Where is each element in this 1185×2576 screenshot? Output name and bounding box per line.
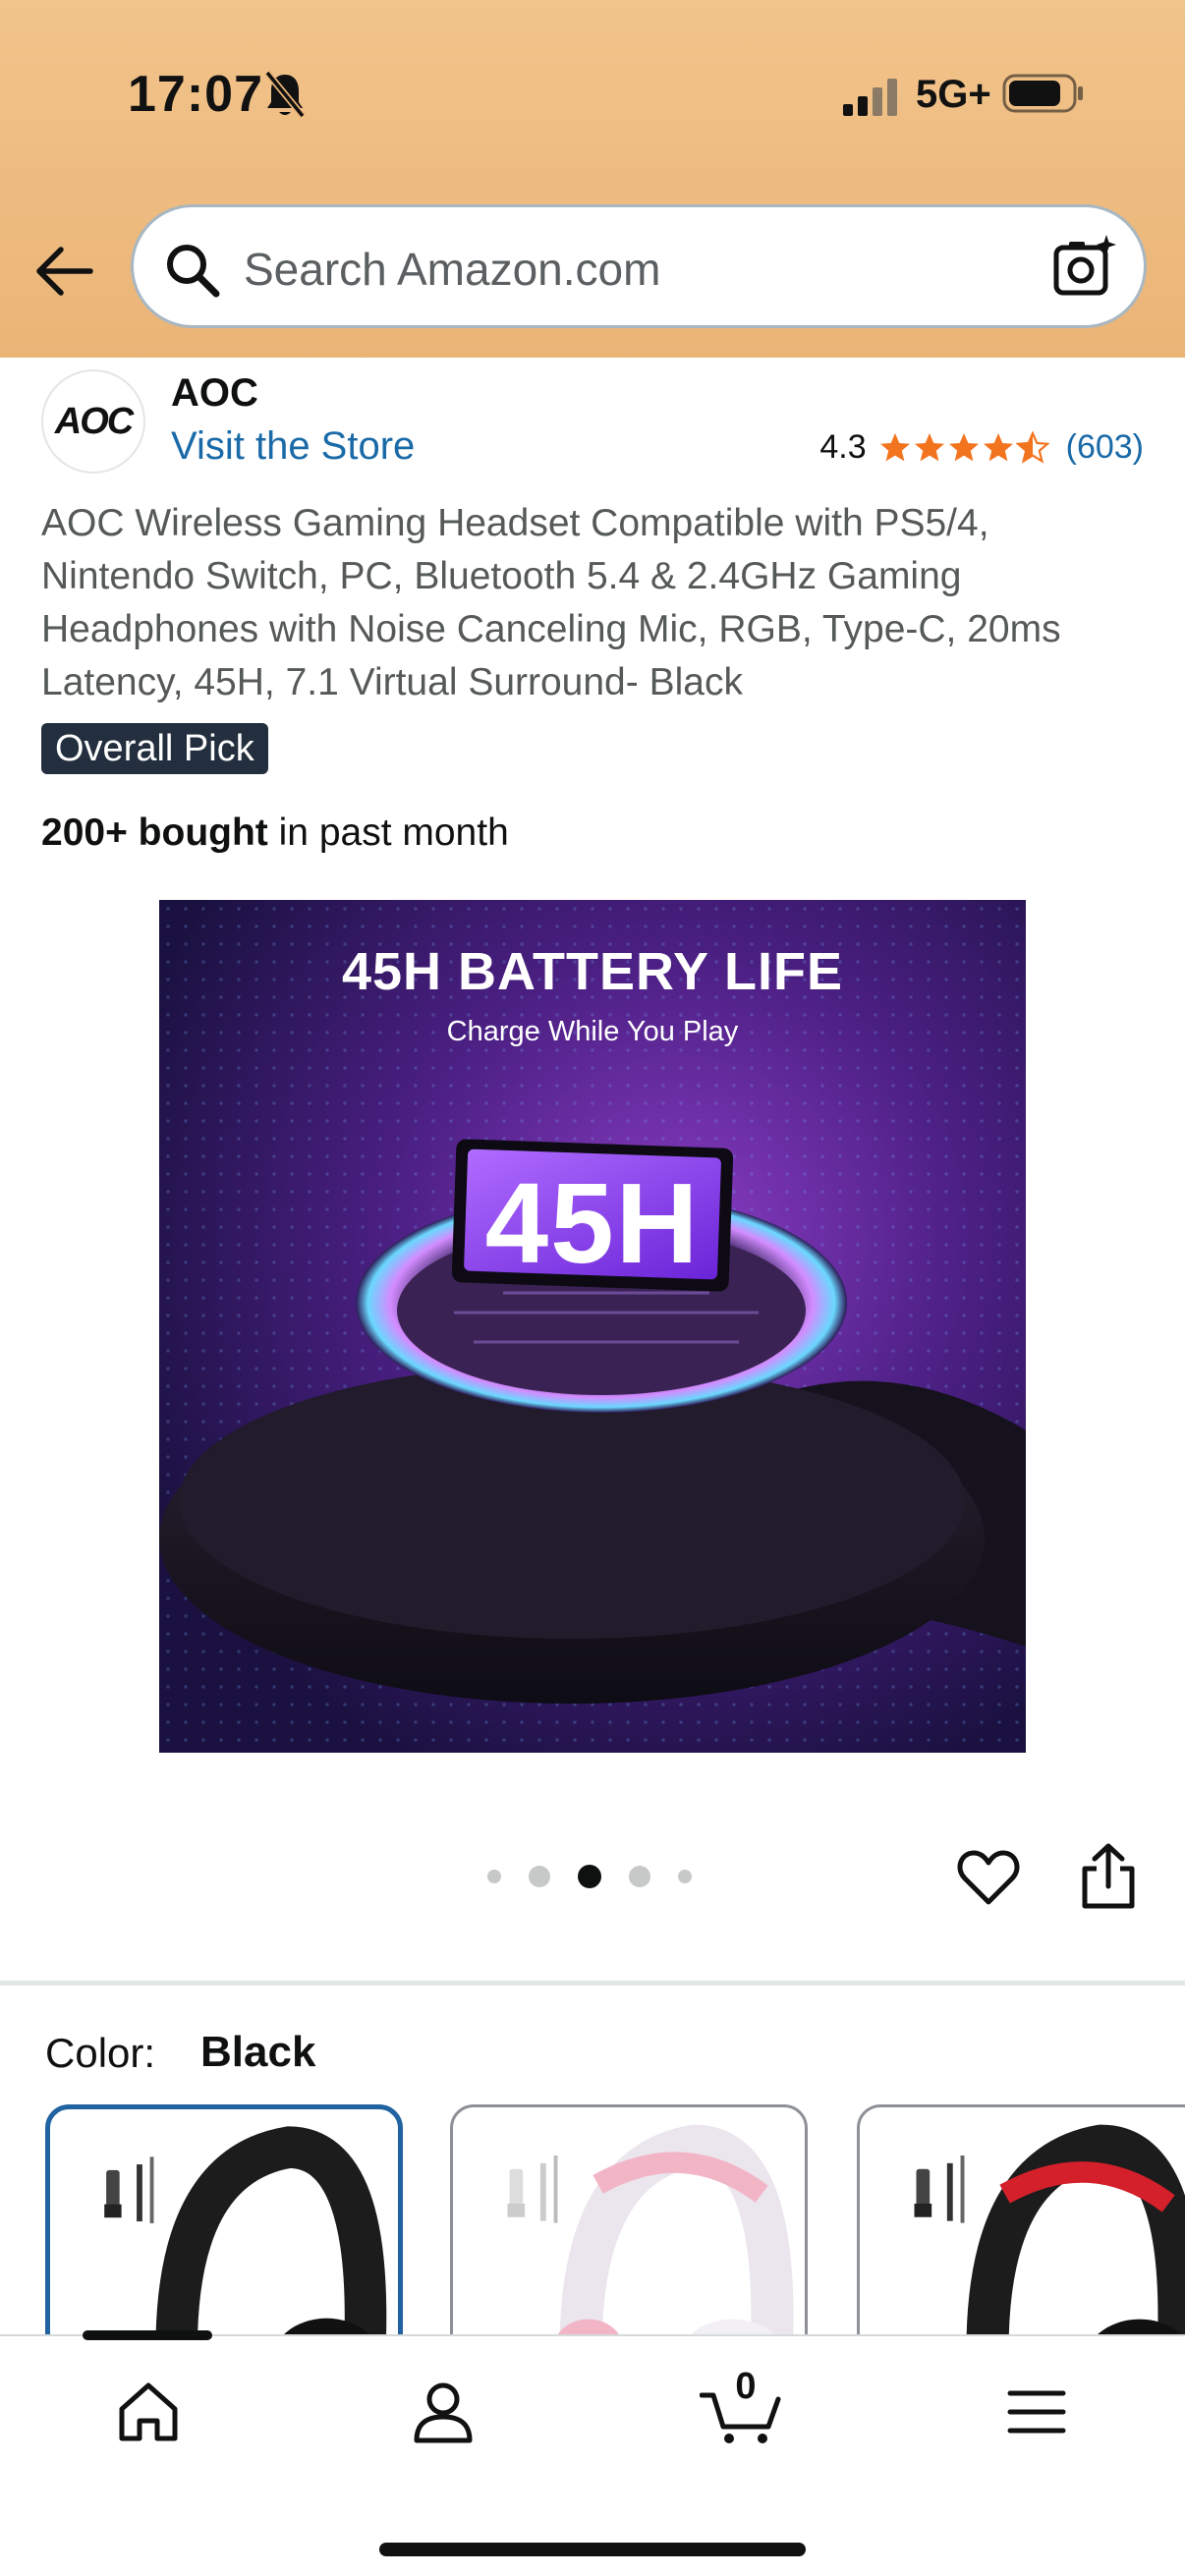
rating-count-link[interactable]: (603) xyxy=(1066,428,1144,467)
home-icon[interactable] xyxy=(114,2378,183,2446)
product-image[interactable]: 45H BATTERY LIFE Charge While You Play 4… xyxy=(159,900,1026,1753)
color-label: Color: xyxy=(45,2030,156,2076)
bought-count-rest: in past month xyxy=(267,812,509,854)
search-input[interactable]: Search Amazon.com xyxy=(244,243,660,296)
signal-icon xyxy=(843,79,897,116)
brand-name: AOC xyxy=(171,371,258,415)
section-divider xyxy=(0,1981,1185,1986)
home-indicator xyxy=(379,2543,806,2556)
star-full-icon xyxy=(914,432,944,461)
bought-count-bold: 200+ bought xyxy=(41,812,268,854)
carousel-dot-active[interactable] xyxy=(578,1865,601,1888)
brand-logo-text: AOC xyxy=(54,400,134,442)
carousel-dots[interactable] xyxy=(487,1865,719,1888)
star-full-icon xyxy=(948,432,979,461)
brand-logo[interactable]: AOC xyxy=(41,369,145,474)
carousel-dot[interactable] xyxy=(678,1870,692,1883)
overall-pick-badge: Overall Pick xyxy=(41,723,268,774)
share-icon[interactable] xyxy=(1077,1843,1140,1910)
status-time: 17:07 xyxy=(128,66,263,123)
star-full-icon xyxy=(879,432,910,461)
battery-icon xyxy=(1002,74,1083,113)
rating[interactable]: 4.3 (603) xyxy=(819,428,1144,467)
network-type: 5G+ xyxy=(916,73,991,116)
rating-value: 4.3 xyxy=(819,428,867,466)
bought-count: 200+ bought in past month xyxy=(41,812,509,855)
search-icon xyxy=(167,245,220,298)
menu-icon[interactable] xyxy=(1002,2378,1071,2446)
star-half-icon xyxy=(1015,430,1049,464)
visit-store-link[interactable]: Visit the Store xyxy=(171,424,415,469)
account-icon[interactable] xyxy=(409,2378,478,2446)
carousel-dot[interactable] xyxy=(629,1866,650,1887)
search-bar[interactable]: Search Amazon.com xyxy=(131,204,1147,328)
bell-off-icon xyxy=(264,70,306,119)
bottom-nav: 0 xyxy=(0,2330,1185,2576)
camera-search-icon[interactable] xyxy=(1051,233,1118,300)
back-arrow-icon[interactable] xyxy=(33,242,98,301)
app-header: 17:07 5G+ Search Amazon.com xyxy=(0,0,1185,358)
image-heading: 45H BATTERY LIFE xyxy=(341,942,844,1001)
heart-icon[interactable] xyxy=(957,1847,1020,1908)
color-value: Black xyxy=(200,2028,316,2076)
star-full-icon xyxy=(983,432,1013,461)
carousel-dot[interactable] xyxy=(487,1870,501,1883)
product-title: AOC Wireless Gaming Headset Compatible w… xyxy=(41,502,1061,703)
cart-count: 0 xyxy=(735,2366,757,2407)
rating-stars xyxy=(878,430,1050,465)
image-display-text: 45H xyxy=(484,1159,701,1287)
image-subheading: Charge While You Play xyxy=(446,1016,739,1047)
active-tab-indicator xyxy=(83,2330,212,2340)
carousel-dot[interactable] xyxy=(529,1866,550,1887)
